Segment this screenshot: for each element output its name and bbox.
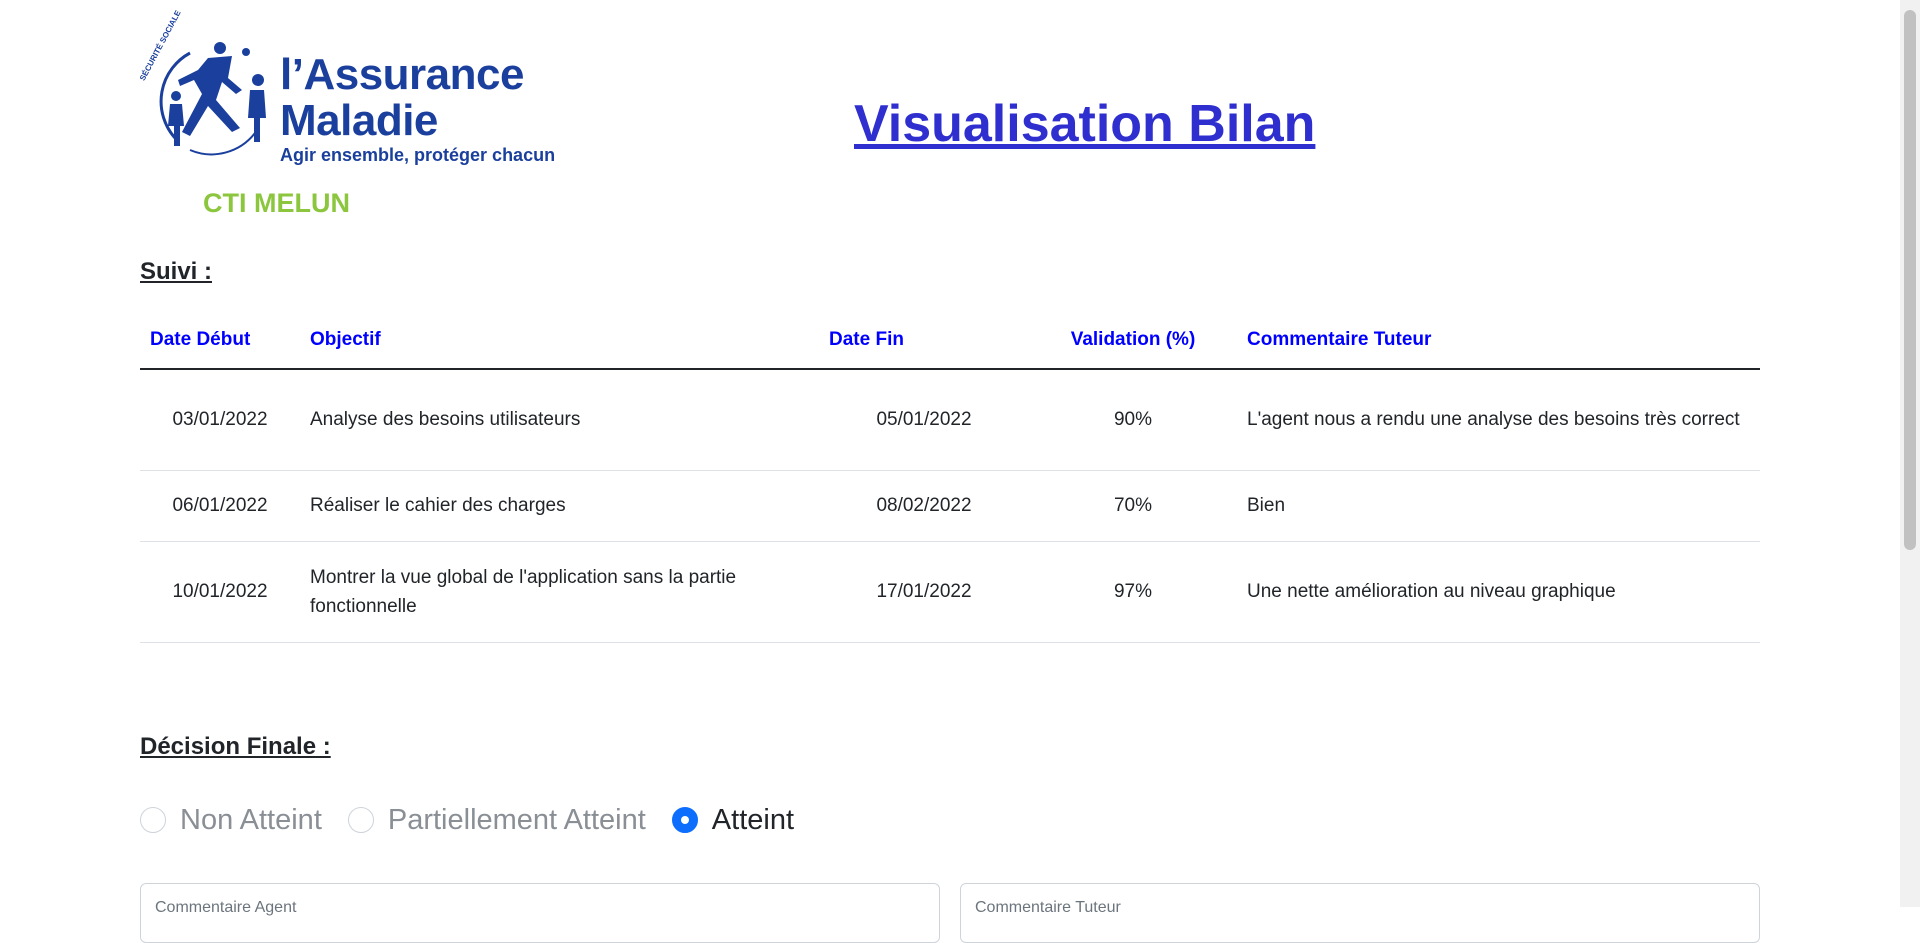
radio-atteint-label: Atteint <box>711 804 795 836</box>
radio-non-atteint[interactable]: Non Atteint <box>140 803 322 837</box>
cell-validation: 90% <box>1029 369 1237 471</box>
logo-wordmark: l’Assurance Maladie <box>280 52 524 144</box>
col-commentaire: Commentaire Tuteur <box>1237 312 1760 370</box>
logo-tagline: Agir ensemble, protéger chacun <box>280 145 556 165</box>
scrollbar-thumb[interactable] <box>1904 10 1916 550</box>
cell-commentaire: Bien <box>1237 470 1760 542</box>
col-objectif: Objectif <box>300 312 819 370</box>
suivi-table: Date Début Objectif Date Fin Validation … <box>140 312 1760 643</box>
col-date-debut: Date Début <box>140 312 300 370</box>
cell-date-debut: 10/01/2022 <box>140 541 300 643</box>
cell-date-debut: 06/01/2022 <box>140 470 300 542</box>
table-row: 06/01/2022 Réaliser le cahier des charge… <box>140 470 1760 542</box>
logo-title-line1: l’Assurance <box>280 50 524 99</box>
cell-date-debut: 03/01/2022 <box>140 369 300 471</box>
radio-partiellement-atteint[interactable]: Partiellement Atteint <box>347 803 646 837</box>
col-validation: Validation (%) <box>1029 312 1237 370</box>
assurance-maladie-logo: SÉCURITÉ SOCIALE l’Assurance Maladie Agi… <box>138 9 570 178</box>
decision-title: Décision Finale : <box>140 733 331 760</box>
cell-date-fin: 05/01/2022 <box>819 369 1029 471</box>
logo-subtitle: CTI MELUN <box>203 188 350 218</box>
cell-objectif: Réaliser le cahier des charges <box>300 470 819 542</box>
table-row: 10/01/2022 Montrer la vue global de l'ap… <box>140 541 1760 643</box>
radio-atteint-input[interactable] <box>671 807 698 833</box>
suivi-title: Suivi : <box>140 258 213 285</box>
agent-comment-box <box>140 883 940 943</box>
cell-date-fin: 08/02/2022 <box>819 470 1029 542</box>
col-date-fin: Date Fin <box>819 312 1029 370</box>
decision-radio-group: Non Atteint Partiellement Atteint Attein… <box>140 803 820 837</box>
cell-validation: 97% <box>1029 541 1237 643</box>
cell-date-fin: 17/01/2022 <box>819 541 1029 643</box>
cell-commentaire: Une nette amélioration au niveau graphiq… <box>1237 541 1760 643</box>
radio-non-atteint-label: Non Atteint <box>180 804 322 836</box>
logo-title-line2: Maladie <box>280 96 438 145</box>
radio-partiellement-atteint-input[interactable] <box>347 807 374 833</box>
tutor-comment-field[interactable] <box>961 884 1759 942</box>
cell-objectif: Montrer la vue global de l'application s… <box>300 541 819 643</box>
page: SÉCURITÉ SOCIALE l’Assurance Maladie Agi… <box>0 0 1900 943</box>
logo-emblem-icon <box>159 42 266 156</box>
radio-partiellement-atteint-label: Partiellement Atteint <box>387 804 646 836</box>
table-row: 03/01/2022 Analyse des besoins utilisate… <box>140 369 1760 471</box>
cell-commentaire: L'agent nous a rendu une analyse des bes… <box>1237 369 1760 471</box>
radio-atteint[interactable]: Atteint <box>671 803 795 837</box>
page-title: Visualisation Bilan <box>854 95 1316 153</box>
cell-validation: 70% <box>1029 470 1237 542</box>
vertical-scrollbar[interactable] <box>1900 0 1920 907</box>
agent-comment-field[interactable] <box>141 884 939 942</box>
tutor-comment-box <box>960 883 1760 943</box>
cell-objectif: Analyse des besoins utilisateurs <box>300 369 819 471</box>
table-header-row: Date Début Objectif Date Fin Validation … <box>140 312 1760 370</box>
radio-non-atteint-input[interactable] <box>140 807 166 833</box>
